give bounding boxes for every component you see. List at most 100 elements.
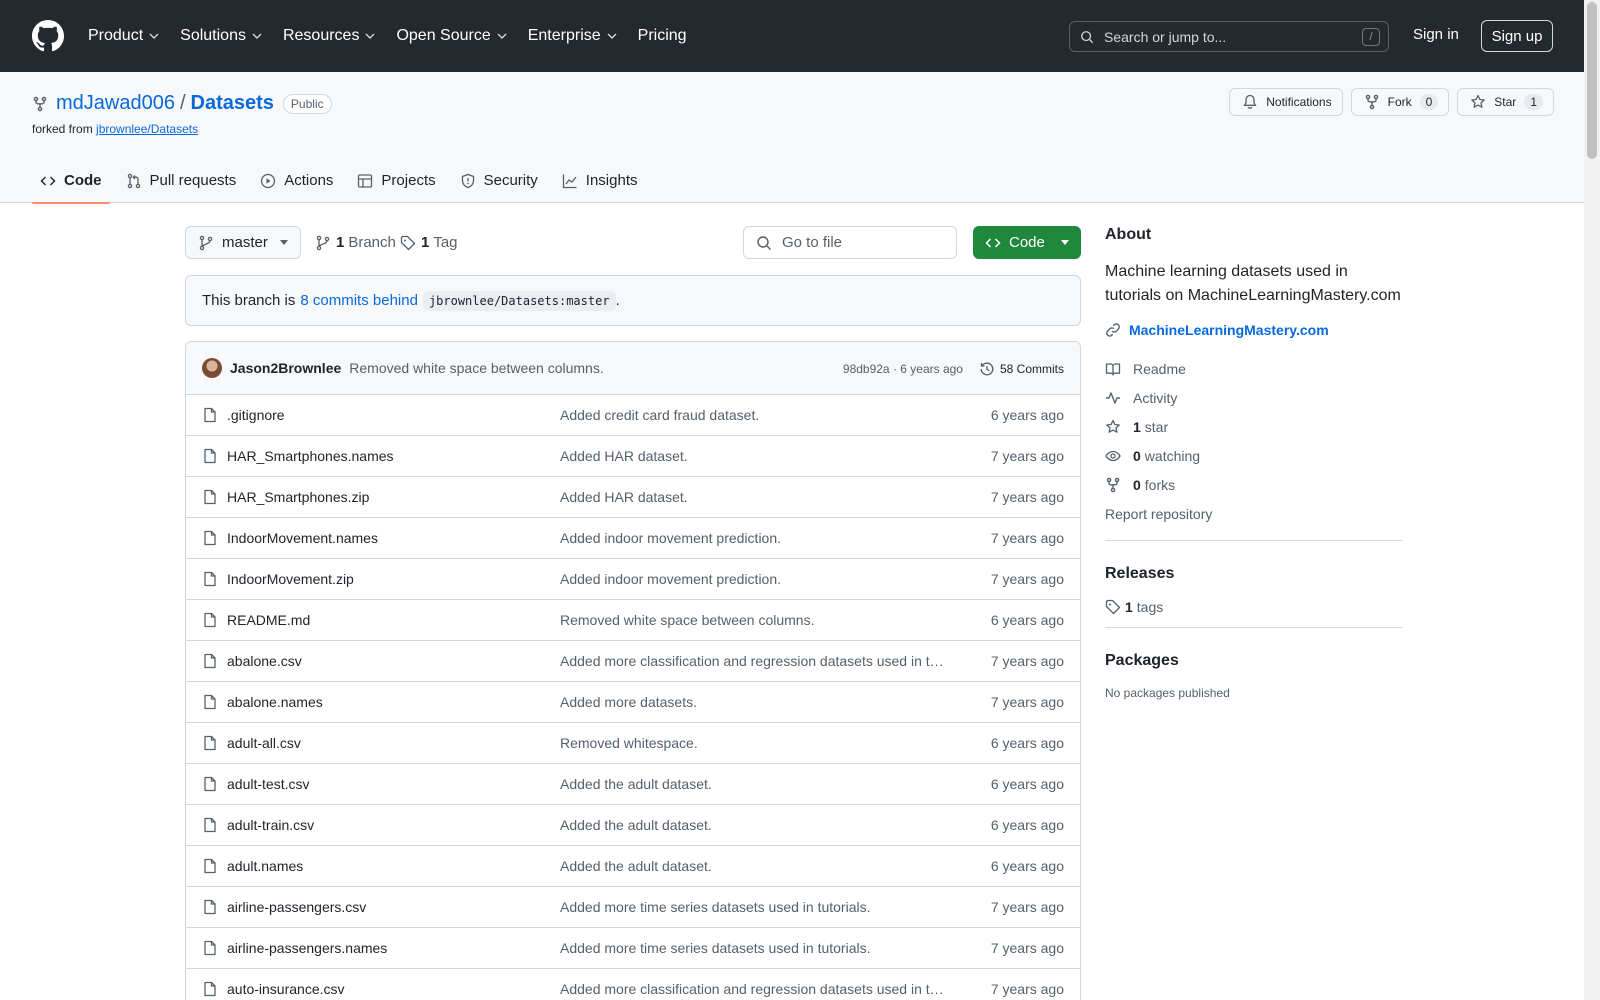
file-name-link[interactable]: HAR_Smartphones.names — [227, 448, 560, 464]
file-name-link[interactable]: .gitignore — [227, 407, 560, 423]
file-name-link[interactable]: airline-passengers.csv — [227, 899, 560, 915]
report-repository-link[interactable]: Report repository — [1105, 499, 1402, 528]
branch-selector[interactable]: master — [185, 226, 301, 259]
commit-hash-time[interactable]: 98db92a · 6 years ago — [843, 362, 963, 376]
book-icon — [1105, 362, 1121, 376]
chevron-down-icon — [497, 33, 507, 39]
file-name-link[interactable]: abalone.names — [227, 694, 560, 710]
table-row: airline-passengers.csv Added more time se… — [186, 887, 1080, 928]
file-commit-message-link[interactable]: Removed white space between columns. — [560, 612, 946, 628]
go-to-file-input[interactable]: Go to file — [743, 226, 957, 259]
file-icon — [204, 407, 216, 423]
tab-pull-requests[interactable]: Pull requests — [118, 158, 245, 203]
file-name-link[interactable]: adult.names — [227, 858, 560, 874]
tab-code[interactable]: Code — [32, 158, 110, 204]
tab-insights[interactable]: Insights — [554, 158, 646, 203]
tab-actions[interactable]: Actions — [252, 158, 341, 203]
tag-icon — [400, 235, 416, 250]
sign-up-button[interactable]: Sign up — [1481, 20, 1553, 52]
watchers-link[interactable]: 0 watching — [1105, 441, 1402, 470]
forked-from-link[interactable]: jbrownlee/Datasets — [96, 122, 198, 136]
nav-resources[interactable]: Resources — [283, 27, 386, 45]
page-scrollbar[interactable] — [1584, 0, 1600, 1000]
commit-history-link[interactable]: 58 Commits — [979, 361, 1064, 377]
activity-link[interactable]: Activity — [1105, 383, 1402, 412]
file-commit-message-link[interactable]: Added the adult dataset. — [560, 776, 946, 792]
release-tags-count: 1 — [1125, 599, 1133, 615]
file-toolbar: master 1 Branch 1 Tag Go to file Code — [185, 226, 1081, 259]
packages-heading[interactable]: Packages — [1105, 652, 1402, 670]
releases-heading[interactable]: Releases — [1105, 565, 1402, 583]
file-icon — [204, 776, 216, 792]
file-commit-message-link[interactable]: Added indoor movement prediction. — [560, 571, 946, 587]
file-commit-message-link[interactable]: Added HAR dataset. — [560, 448, 946, 464]
branches-link[interactable]: 1 Branch — [315, 226, 396, 259]
commit-message-link[interactable]: Removed white space between columns. — [349, 360, 603, 376]
file-commit-message-link[interactable]: Added more time series datasets used in … — [560, 899, 946, 915]
repo-name-link[interactable]: Datasets — [191, 92, 274, 115]
visibility-badge: Public — [282, 93, 332, 114]
commit-author-link[interactable]: Jason2Brownlee — [230, 360, 341, 376]
file-commit-message-link[interactable]: Added credit card fraud dataset. — [560, 407, 946, 423]
code-button-label: Code — [1009, 234, 1045, 251]
file-commit-message-link[interactable]: Added more classification and regression… — [560, 653, 946, 669]
file-name-link[interactable]: adult-test.csv — [227, 776, 560, 792]
file-name-link[interactable]: HAR_Smartphones.zip — [227, 489, 560, 505]
file-name-link[interactable]: adult-all.csv — [227, 735, 560, 751]
table-row: adult-test.csv Added the adult dataset. 6 … — [186, 764, 1080, 805]
code-icon — [40, 176, 56, 185]
release-tags-link[interactable]: 1 tags — [1105, 599, 1402, 615]
avatar[interactable] — [202, 358, 222, 378]
nav-product[interactable]: Product — [88, 27, 170, 45]
commits-behind-link[interactable]: 8 commits behind — [300, 292, 418, 309]
file-commit-message-link[interactable]: Added the adult dataset. — [560, 817, 946, 833]
file-commit-message-link[interactable]: Added the adult dataset. — [560, 858, 946, 874]
tags-link[interactable]: 1 Tag — [400, 226, 458, 259]
file-commit-message-link[interactable]: Added HAR dataset. — [560, 489, 946, 505]
notifications-button[interactable]: Notifications — [1229, 88, 1343, 116]
tab-security[interactable]: Security — [452, 158, 546, 203]
git-branch-icon — [316, 235, 330, 250]
nav-solutions[interactable]: Solutions — [180, 27, 273, 45]
file-commit-message-link[interactable]: Removed whitespace. — [560, 735, 946, 751]
forks-count: 0 — [1133, 476, 1141, 493]
nav-pricing[interactable]: Pricing — [638, 27, 697, 45]
search-icon — [1081, 30, 1094, 43]
github-logo-icon[interactable] — [32, 20, 64, 52]
tab-label: Code — [64, 172, 102, 189]
git-pull-request-icon — [127, 173, 140, 188]
history-icon — [980, 362, 994, 375]
file-name-link[interactable]: airline-passengers.names — [227, 940, 560, 956]
nav-enterprise[interactable]: Enterprise — [528, 27, 628, 45]
tag-count: 1 — [421, 234, 430, 251]
file-name-link[interactable]: README.md — [227, 612, 560, 628]
file-commit-message-link[interactable]: Added more classification and regression… — [560, 981, 946, 997]
fork-button[interactable]: Fork 0 — [1350, 88, 1450, 116]
file-commit-age: 7 years ago — [990, 653, 1064, 669]
sign-in-link[interactable]: Sign in — [1413, 26, 1459, 43]
repo-title: mdJawad006 / Datasets Public — [32, 92, 332, 115]
homepage-link[interactable]: MachineLearningMastery.com — [1105, 322, 1402, 338]
search-input[interactable]: Search or jump to... / — [1069, 21, 1389, 52]
repo-owner-link[interactable]: mdJawad006 — [56, 92, 175, 115]
file-name-link[interactable]: IndoorMovement.names — [227, 530, 560, 546]
file-name-link[interactable]: auto-insurance.csv — [227, 981, 560, 997]
file-commit-message-link[interactable]: Added more time series datasets used in … — [560, 940, 946, 956]
file-name-link[interactable]: IndoorMovement.zip — [227, 571, 560, 587]
nav-label: Pricing — [637, 27, 687, 44]
search-shortcut-key: / — [1362, 27, 1380, 46]
star-button[interactable]: Star 1 — [1457, 88, 1554, 116]
tab-projects[interactable]: Projects — [349, 158, 443, 203]
code-dropdown-button[interactable]: Code — [973, 226, 1081, 259]
commit-meta: 98db92a · 6 years ago 58 Commits — [843, 342, 1064, 395]
forks-link[interactable]: 0 forks — [1105, 470, 1402, 499]
readme-link[interactable]: Readme — [1105, 354, 1402, 383]
file-commit-message-link[interactable]: Added indoor movement prediction. — [560, 530, 946, 546]
scrollbar-thumb[interactable] — [1587, 2, 1597, 159]
readme-label: Readme — [1133, 360, 1186, 377]
file-name-link[interactable]: adult-train.csv — [227, 817, 560, 833]
file-commit-message-link[interactable]: Added more datasets. — [560, 694, 946, 710]
stars-link[interactable]: 1 star — [1105, 412, 1402, 441]
file-name-link[interactable]: abalone.csv — [227, 653, 560, 669]
nav-open-source[interactable]: Open Source — [396, 27, 517, 45]
